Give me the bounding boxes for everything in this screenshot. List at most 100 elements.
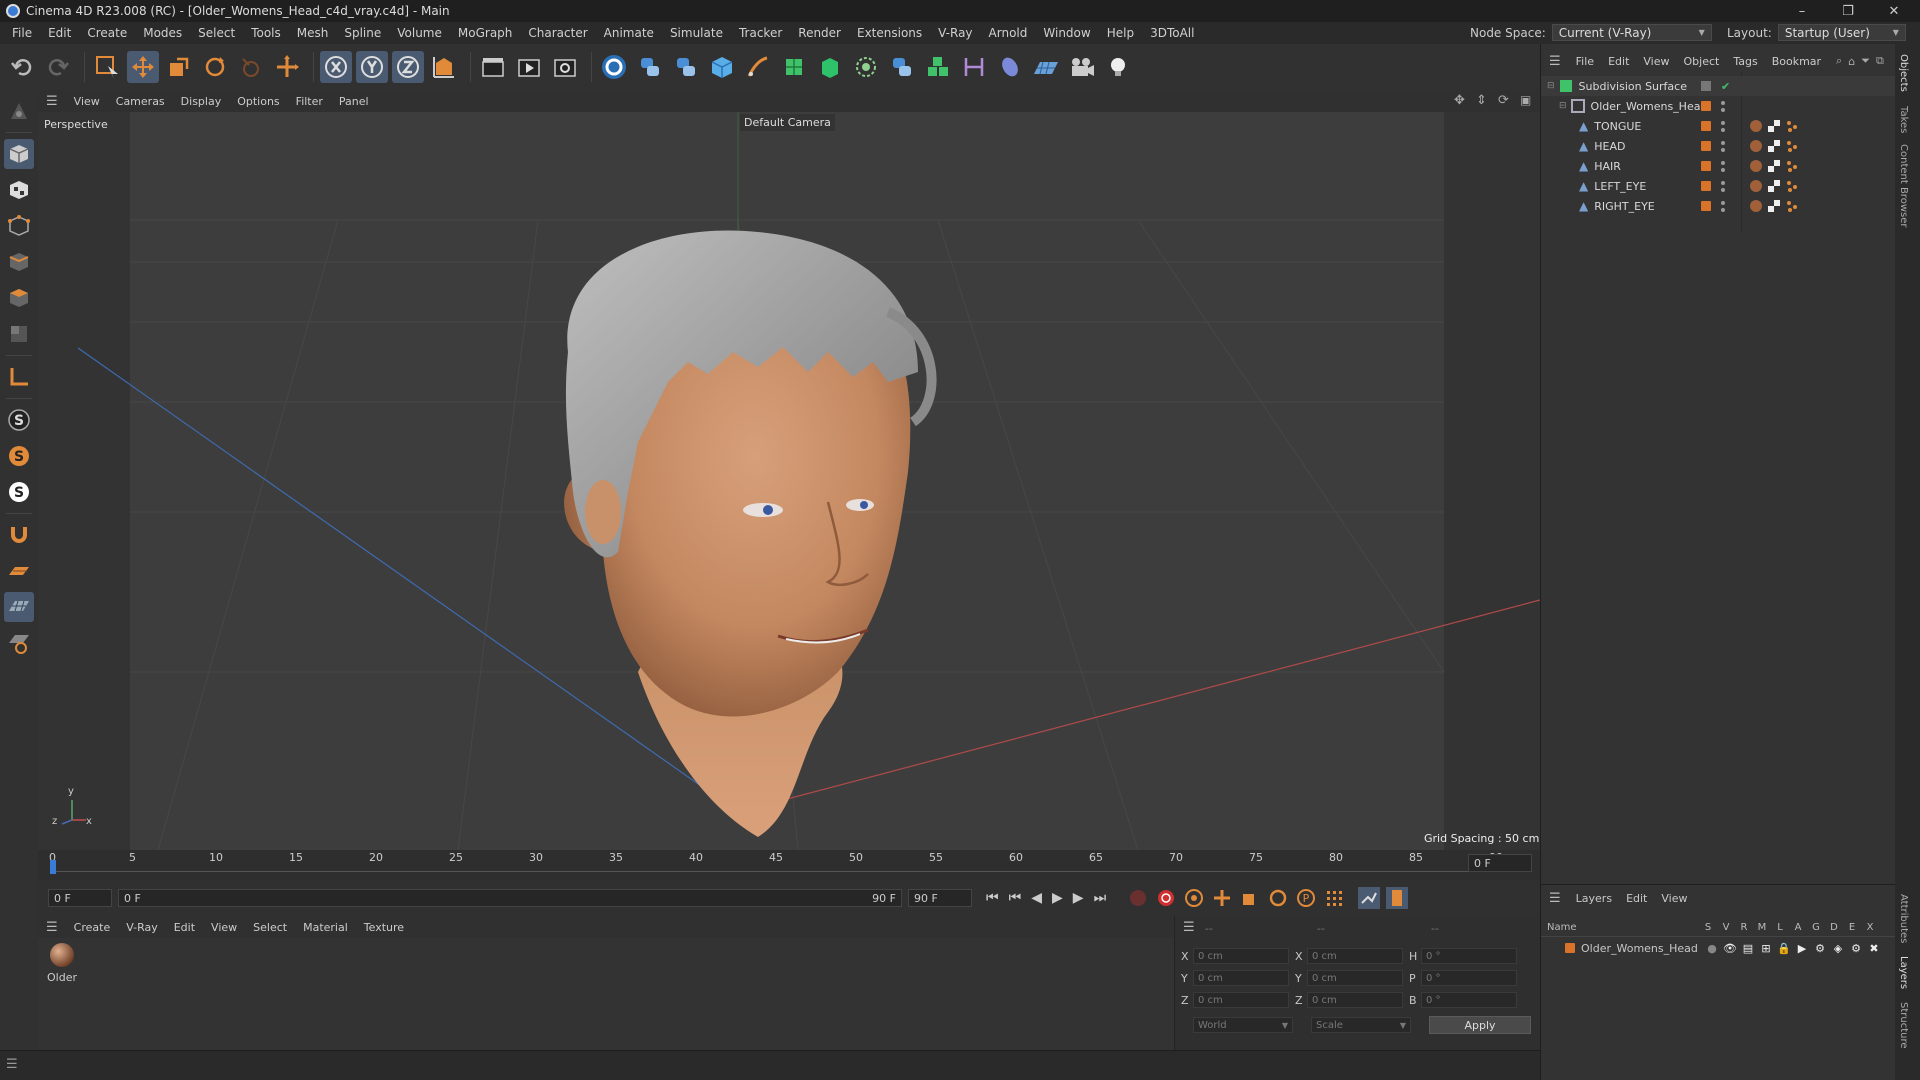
viewport-menu-display[interactable]: Display — [173, 95, 230, 108]
material-tag-icon[interactable] — [1749, 139, 1763, 153]
layer-lock-icon[interactable]: 🔒 — [1775, 942, 1793, 955]
polygons-mode-button[interactable] — [4, 283, 34, 313]
light-button[interactable] — [1102, 51, 1134, 83]
layer-color-swatch[interactable] — [1701, 201, 1711, 211]
edges-mode-button[interactable] — [4, 247, 34, 277]
size-y-field[interactable]: 0 cm — [1307, 970, 1403, 986]
object-row-older-womens-head[interactable]: ⊟ Older_Womens_Head — [1541, 96, 1896, 116]
layer-manager-icon[interactable]: ⊞ — [1757, 942, 1775, 955]
tab-structure[interactable]: Structure — [1898, 1002, 1909, 1049]
selection-tag-icon[interactable] — [1785, 199, 1799, 213]
timeline-ruler[interactable]: 051015202530354045505560657075808590 0 F — [38, 850, 1540, 880]
active-camera-label[interactable]: Default Camera — [740, 114, 835, 131]
layer-col-deformers[interactable]: D — [1825, 922, 1843, 933]
new-window-icon[interactable]: ⧉ — [1876, 54, 1884, 68]
rotate-tool-button[interactable] — [199, 51, 231, 83]
material-menu-create[interactable]: Create — [66, 921, 119, 934]
autokey-icon[interactable] — [1156, 888, 1176, 908]
enable-axis-button[interactable] — [4, 362, 34, 392]
home-icon[interactable]: ⌂ — [1848, 55, 1855, 68]
object-row-right-eye[interactable]: ▲ RIGHT_EYE — [1541, 196, 1896, 216]
cube-primitive-button[interactable] — [706, 51, 738, 83]
subdivision-surface-button[interactable] — [778, 51, 810, 83]
apply-button[interactable]: Apply — [1429, 1016, 1531, 1034]
layer-color-swatch[interactable] — [1565, 943, 1575, 953]
move-tool-button[interactable] — [127, 51, 159, 83]
key-parameter-icon[interactable]: P — [1296, 888, 1316, 908]
visibility-dots-icon[interactable] — [1721, 120, 1725, 132]
selection-tag-icon[interactable] — [1785, 159, 1799, 173]
close-button[interactable]: ✕ — [1872, 0, 1916, 22]
menu-vray[interactable]: V-Ray — [930, 26, 980, 40]
object-menu-file[interactable]: File — [1569, 55, 1601, 68]
layer-deformer-icon[interactable]: ◈ — [1829, 942, 1847, 955]
start-frame-field[interactable]: 0 F — [48, 889, 112, 907]
timeline-ruler-icon[interactable] — [1386, 887, 1409, 909]
object-menu-object[interactable]: Object — [1677, 55, 1727, 68]
layer-menu-layers[interactable]: Layers — [1569, 892, 1619, 905]
key-position-icon[interactable] — [1212, 888, 1232, 908]
layer-color-swatch[interactable] — [1701, 121, 1711, 131]
layer-col-name[interactable]: Name — [1547, 922, 1699, 933]
layer-menu-edit[interactable]: Edit — [1619, 892, 1654, 905]
material-menu-texture[interactable]: Texture — [356, 921, 412, 934]
3d-viewport[interactable]: Perspective Default Camera Grid Spacing … — [38, 112, 1540, 850]
menu-tracker[interactable]: Tracker — [731, 26, 790, 40]
rotation-b-field[interactable]: 0 ° — [1421, 992, 1517, 1008]
menu-tools[interactable]: Tools — [243, 26, 289, 40]
uvw-tag-icon[interactable] — [1767, 199, 1781, 213]
play-icon[interactable]: ▶ — [1052, 890, 1063, 906]
render-settings-button[interactable] — [549, 51, 581, 83]
object-row-hair[interactable]: ▲ HAIR — [1541, 156, 1896, 176]
object-menu-bookmarks[interactable]: Bookmar — [1765, 55, 1828, 68]
maximize-view-icon[interactable]: ▣ — [1520, 93, 1531, 107]
layer-expression-icon[interactable]: ⚙ — [1847, 942, 1865, 955]
pan-view-icon[interactable]: ✥ — [1454, 93, 1465, 108]
menu-animate[interactable]: Animate — [596, 26, 662, 40]
menu-modes[interactable]: Modes — [135, 26, 190, 40]
layer-color-swatch[interactable] — [1701, 161, 1711, 171]
menu-simulate[interactable]: Simulate — [662, 26, 731, 40]
undo-button[interactable] — [6, 51, 38, 83]
material-menu-select[interactable]: Select — [245, 921, 295, 934]
visibility-dots-icon[interactable] — [1721, 100, 1725, 112]
layer-solo-icon[interactable]: ● — [1703, 942, 1721, 955]
selection-tag-icon[interactable] — [1785, 179, 1799, 193]
position-x-field[interactable]: 0 cm — [1193, 948, 1289, 964]
layer-col-solo[interactable]: S — [1699, 922, 1717, 933]
uv-mode-button[interactable] — [4, 319, 34, 349]
layer-render-icon[interactable]: ▤ — [1739, 942, 1757, 955]
sound-scrub-icon[interactable] — [1358, 887, 1381, 909]
visibility-dots-icon[interactable] — [1721, 160, 1725, 172]
material-tag-icon[interactable] — [1749, 159, 1763, 173]
object-row-subdivision-surface[interactable]: ⊟ Subdivision Surface ✔ — [1541, 76, 1896, 96]
previous-frame-icon[interactable]: ◀ — [1031, 890, 1042, 906]
visibility-dots-icon[interactable] — [1721, 200, 1725, 212]
minimize-button[interactable]: – — [1780, 0, 1824, 22]
viewport-menu-cameras[interactable]: Cameras — [108, 95, 173, 108]
menu-arnold[interactable]: Arnold — [981, 26, 1036, 40]
object-row-head[interactable]: ▲ HEAD — [1541, 136, 1896, 156]
camera-button[interactable] — [1066, 51, 1098, 83]
layer-generator-icon[interactable]: ⚙ — [1811, 942, 1829, 955]
menu-edit[interactable]: Edit — [40, 26, 79, 40]
menu-3dtoall[interactable]: 3DToAll — [1142, 26, 1202, 40]
menu-help[interactable]: Help — [1099, 26, 1142, 40]
layer-menu-view[interactable]: View — [1654, 892, 1694, 905]
field-button[interactable] — [994, 51, 1026, 83]
size-z-field[interactable]: 0 cm — [1307, 992, 1403, 1008]
menu-volume[interactable]: Volume — [389, 26, 450, 40]
measure-button[interactable] — [958, 51, 990, 83]
selection-tag-icon[interactable] — [1785, 119, 1799, 133]
layer-col-xrefs[interactable]: X — [1861, 922, 1879, 933]
layer-color-swatch[interactable] — [1701, 181, 1711, 191]
material-menu-edit[interactable]: Edit — [166, 921, 203, 934]
floor-button[interactable] — [1030, 51, 1062, 83]
object-menu-tags[interactable]: Tags — [1726, 55, 1764, 68]
material-menu-view[interactable]: View — [203, 921, 245, 934]
selection-tag-icon[interactable] — [1785, 139, 1799, 153]
tab-attributes[interactable]: Attributes — [1898, 894, 1909, 943]
soft-snap-button[interactable]: S — [4, 441, 34, 471]
model-mode-button[interactable] — [4, 139, 34, 169]
viewport-menu-panel[interactable]: Panel — [331, 95, 377, 108]
